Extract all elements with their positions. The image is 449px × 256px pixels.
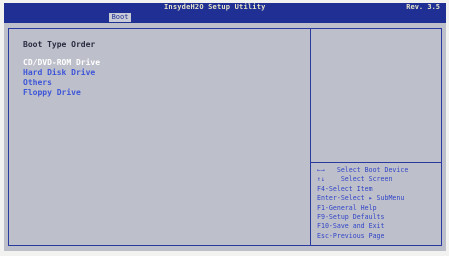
- help-item: Esc-Previous Page: [317, 231, 385, 240]
- boot-device-item[interactable]: Floppy Drive: [23, 88, 100, 98]
- app-title: InsydeH2O Setup Utility: [164, 3, 266, 11]
- help-item: F10-Save and Exit: [317, 222, 385, 231]
- boot-device-item[interactable]: Hard Disk Drive: [23, 68, 100, 78]
- help-item: F9-Setup Defaults: [317, 213, 385, 222]
- boot-device-item[interactable]: CD/DVD-ROM Drive: [23, 58, 100, 68]
- revision-label: Rev. 3.5: [406, 3, 440, 11]
- bios-screen: InsydeH2O Setup Utility Rev. 3.5 Boot Bo…: [4, 3, 446, 251]
- tab-bar: Boot: [4, 12, 446, 23]
- section-title: Boot Type Order: [23, 40, 96, 49]
- boot-options-panel: Boot Type Order CD/DVD-ROM Drive Hard Di…: [8, 28, 311, 246]
- boot-device-list: CD/DVD-ROM Drive Hard Disk Drive Others …: [23, 58, 100, 98]
- help-item: Enter-Select ▸ SubMenu: [317, 194, 405, 203]
- boot-device-item[interactable]: Others: [23, 78, 100, 88]
- key-help-list: ←→ Select Boot Device ↑↓ Select Screen F…: [317, 166, 408, 241]
- help-item: F4-Select Item: [317, 184, 373, 193]
- help-panel: ←→ Select Boot Device ↑↓ Select Screen F…: [311, 28, 442, 246]
- help-item: ↑↓ Select Screen: [317, 175, 393, 184]
- help-item: F1-General Help: [317, 203, 377, 212]
- help-item: ←→ Select Boot Device: [317, 166, 409, 174]
- title-bar: InsydeH2O Setup Utility Rev. 3.5: [4, 3, 446, 12]
- help-divider: [311, 162, 441, 163]
- tab-boot[interactable]: Boot: [109, 13, 131, 22]
